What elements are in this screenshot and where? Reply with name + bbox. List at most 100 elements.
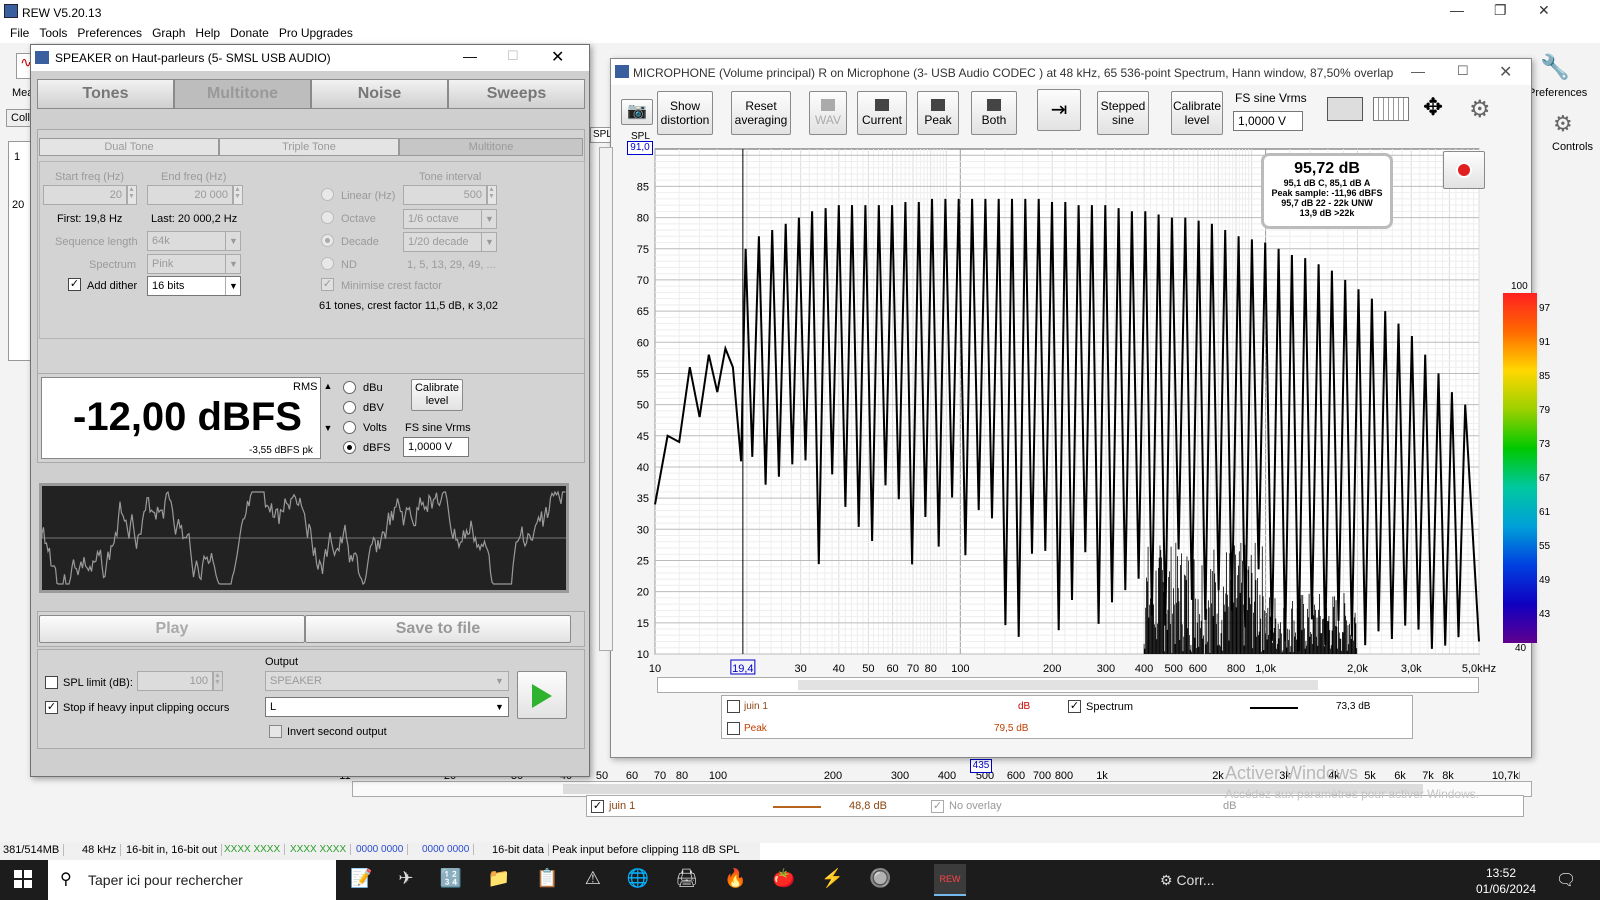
tab-tones[interactable]: Tones — [37, 79, 174, 109]
camera-button[interactable]: 📷 — [621, 99, 653, 125]
invert-second-checkbox[interactable] — [269, 725, 282, 738]
spectrum-chevron-icon[interactable]: ▼ — [225, 255, 241, 273]
octave-radio[interactable] — [321, 211, 334, 224]
play-triangle-button[interactable] — [517, 671, 567, 719]
dither-chevron-icon[interactable]: ▼ — [225, 277, 241, 295]
current-button[interactable]: Current — [857, 91, 907, 135]
subtab-dual-tone[interactable]: Dual Tone — [39, 138, 219, 156]
menu-donate[interactable]: Donate — [230, 24, 269, 43]
rta-close-icon[interactable]: ✕ — [1499, 62, 1512, 82]
output-device-select[interactable]: SPEAKER — [265, 671, 509, 691]
subtab-multitone[interactable]: Multitone — [399, 138, 583, 156]
level-meter-icon[interactable] — [1327, 97, 1363, 121]
graph-scroll-horizontal[interactable] — [657, 677, 1479, 693]
stepped-sine-button[interactable]: Stepped sine — [1097, 91, 1149, 135]
peak-legend-checkbox[interactable] — [727, 722, 740, 735]
calibrate-level-rta-button[interactable]: Calibrate level — [1171, 91, 1223, 135]
start-freq-field[interactable]: 20 — [43, 185, 127, 205]
generator-maximize-icon[interactable]: ☐ — [507, 48, 519, 64]
calibrate-level-button[interactable]: Calibrate level — [411, 379, 463, 411]
controls-icon[interactable]: ⚙ — [1553, 111, 1573, 137]
taskbar-rew-app[interactable]: REW — [934, 864, 966, 896]
taskbar-search-box[interactable]: ⚲ Taper ici pour rechercher — [48, 860, 336, 900]
clock-time[interactable]: 13:52 — [1486, 866, 1516, 880]
tone-interval-field[interactable]: 500 — [403, 185, 487, 205]
level-spinner[interactable]: ▲ ▼ — [321, 379, 335, 457]
color-scale-min: 40 — [1515, 643, 1527, 654]
wav-button[interactable]: WAV — [809, 91, 847, 135]
minimize-icon[interactable]: — — [1450, 2, 1464, 18]
end-freq-spinner[interactable]: ▲ ▼ — [233, 185, 243, 205]
taskbar-tray[interactable]: ⚙ Corr... — [1160, 872, 1215, 889]
fs-sine-field-rta[interactable]: 1,0000 V — [1233, 111, 1303, 131]
generator-close-icon[interactable]: ✕ — [551, 47, 564, 67]
preferences-label[interactable]: Preferences — [1528, 87, 1587, 99]
dbu-radio[interactable] — [343, 381, 356, 394]
spectrum-checkbox[interactable]: ✓ — [1068, 700, 1081, 713]
overlay-checkbox[interactable]: ✓ — [931, 800, 944, 813]
sequence-length-chevron-icon[interactable]: ▼ — [225, 232, 241, 250]
y-tick-label: 15 — [637, 618, 649, 630]
spl-limit-field[interactable]: 100 — [137, 671, 213, 691]
bars-icon[interactable] — [1373, 97, 1409, 121]
add-dither-checkbox[interactable]: ✓ — [68, 278, 81, 291]
octave-chevron-icon[interactable]: ▼ — [481, 210, 497, 228]
tab-sweeps[interactable]: Sweeps — [448, 79, 585, 109]
record-icon — [1458, 164, 1470, 176]
decade-radio[interactable] — [321, 234, 334, 247]
reset-averaging-button[interactable]: Reset averaging — [731, 91, 791, 135]
minimise-crest-checkbox[interactable]: ✓ — [321, 278, 334, 291]
volts-radio[interactable] — [343, 421, 356, 434]
both-button[interactable]: Both — [971, 91, 1017, 135]
move-icon[interactable]: ✥ — [1423, 93, 1443, 122]
output-device-chevron-icon[interactable]: ▼ — [495, 672, 509, 690]
juin1-checkbox[interactable]: ✓ — [591, 800, 604, 813]
rta-maximize-icon[interactable]: ☐ — [1457, 63, 1469, 79]
windows-start-icon[interactable] — [14, 870, 32, 888]
subtab-triple-tone[interactable]: Triple Tone — [219, 138, 399, 156]
spl-limit-spinner[interactable]: ▲ ▼ — [213, 671, 223, 691]
menu-pro-upgrades[interactable]: Pro Upgrades — [279, 24, 353, 43]
nd-radio[interactable] — [321, 257, 334, 270]
stop-clipping-checkbox[interactable]: ✓ — [45, 701, 58, 714]
settings-icon[interactable]: ⚙ — [1469, 95, 1491, 124]
menu-tools[interactable]: Tools — [39, 24, 67, 43]
rta-minimize-icon[interactable]: — — [1411, 63, 1425, 79]
menu-preferences[interactable]: Preferences — [77, 24, 142, 43]
juin1-rta-checkbox[interactable] — [727, 700, 740, 713]
notification-icon[interactable]: 🗨 — [1556, 870, 1576, 890]
dbfs-radio[interactable] — [343, 441, 356, 454]
fs-sine-field[interactable]: 1,0000 V — [403, 437, 469, 457]
camera-icon: 📷 — [627, 103, 647, 120]
record-button[interactable] — [1443, 151, 1485, 189]
rta-title: MICROPHONE (Volume principal) R on Micro… — [633, 66, 1393, 80]
output-channel-chevron-icon[interactable]: ▼ — [495, 698, 509, 716]
generator-minimize-icon[interactable]: — — [463, 48, 477, 64]
controls-label[interactable]: Controls — [1552, 141, 1593, 153]
start-freq-spinner[interactable]: ▲ ▼ — [127, 185, 137, 205]
spl-limit-checkbox[interactable] — [45, 676, 58, 689]
app-title-bar: REW V5.20.13 — ❐ ✕ — [0, 0, 1600, 24]
linear-radio[interactable] — [321, 188, 334, 201]
peak-button[interactable]: Peak — [917, 91, 959, 135]
play-button[interactable]: Play — [39, 615, 305, 643]
output-channel-select[interactable]: L — [265, 697, 509, 717]
dbv-radio[interactable] — [343, 401, 356, 414]
menu-file[interactable]: File — [10, 24, 29, 43]
end-freq-field[interactable]: 20 000 — [147, 185, 233, 205]
menu-graph[interactable]: Graph — [152, 24, 185, 43]
tab-noise[interactable]: Noise — [311, 79, 448, 109]
maximize-icon[interactable]: ❐ — [1494, 2, 1507, 19]
decade-chevron-icon[interactable]: ▼ — [481, 233, 497, 251]
rta-graph[interactable]: 85 80 75 70 65 60 55 50 45 40 35 30 25 20 15 1010 19,4 30… — [611, 139, 1531, 689]
clock-date[interactable]: 01/06/2024 — [1476, 882, 1536, 896]
output-level[interactable]: -12,00 dBFS — [73, 395, 302, 440]
tone-interval-spinner[interactable]: ▲ ▼ — [487, 185, 497, 205]
close-icon[interactable]: ✕ — [1538, 2, 1550, 19]
save-to-file-button[interactable]: Save to file — [305, 615, 571, 643]
preferences-icon[interactable]: 🔧 — [1540, 53, 1570, 82]
menu-help[interactable]: Help — [195, 24, 220, 43]
tab-multitone[interactable]: Multitone — [174, 79, 311, 109]
export-button[interactable]: ⇥ — [1037, 89, 1081, 131]
show-distortion-button[interactable]: Show distortion — [657, 91, 713, 135]
